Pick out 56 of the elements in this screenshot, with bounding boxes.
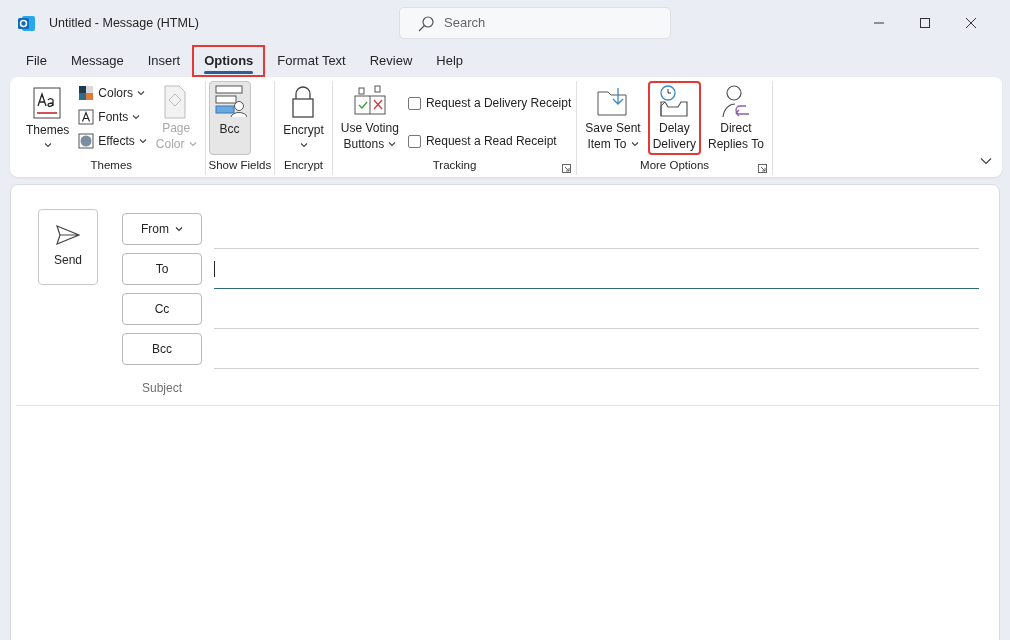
group-label: Tracking [432,159,477,171]
search-field[interactable]: Search [399,7,671,39]
caret-icon [137,90,146,96]
window-title: Untitled - Message (HTML) [49,14,201,32]
ribbon-button[interactable]: Use Voting Buttons [335,81,404,155]
ribbon-button[interactable]: Fonts [76,107,149,127]
group-label: Encrypt [284,159,323,171]
field-button[interactable]: Bcc [122,333,202,365]
send-icon [56,225,80,245]
ribbon-button[interactable]: Themes [21,81,75,155]
caret-icon [188,141,197,147]
caret-icon [630,141,639,147]
ribbon-tab[interactable]: Message [58,44,136,77]
ribbon-button[interactable]: Direct Replies To [703,81,769,155]
app-logo-icon [18,14,35,32]
group-label: Show Fields [208,159,272,171]
ribbon-button[interactable]: Delay Delivery [647,81,701,155]
caret-icon [175,226,183,232]
ribbon-button[interactable]: Effects [76,131,149,151]
fields-person-icon [212,84,247,120]
checkbox[interactable] [407,134,421,148]
caret-icon [138,138,147,144]
ribbon-tab[interactable]: Review [357,44,425,77]
circle-icon [78,133,95,149]
field-button[interactable]: From [122,213,202,245]
checkbox[interactable] [407,96,421,110]
ribbon-button[interactable]: Save Sent Item To [580,81,646,155]
caret-icon [388,141,397,147]
ribbon-button[interactable]: Colors [76,83,149,103]
caret-icon [43,142,52,148]
subject-label: Subject [141,380,183,397]
font-icon [78,109,95,125]
ribbon-tab[interactable]: Options [192,44,266,77]
caret-icon [132,114,141,120]
launcher-icon[interactable] [562,164,572,173]
maximize-icon [919,17,931,29]
close-icon [965,17,977,29]
ribbon-tab[interactable]: Insert [135,44,193,77]
launcher-icon[interactable] [757,164,767,173]
ribbon-tab[interactable]: Format Text [265,44,358,77]
chevron-icon [980,156,992,165]
ribbon-tab[interactable]: File [14,44,59,77]
text-cursor [214,261,215,277]
ribbon-button[interactable]: Encrypt [278,81,329,155]
ribbon-tab[interactable]: Help [424,44,476,77]
checkbox-label[interactable]: Request a Delivery Receipt [425,94,572,112]
checkbox-label[interactable]: Request a Read Receipt [425,132,557,150]
caret-icon [299,142,308,148]
field-button[interactable]: To [122,253,202,285]
ribbon-button[interactable]: Bcc [208,81,251,155]
send-button[interactable]: Send [38,209,98,285]
palette-icon [78,85,95,101]
group-label: More Options [640,159,710,171]
group-label: Themes [90,159,133,171]
search-icon [418,16,434,32]
field-button[interactable]: Cc [122,293,202,325]
